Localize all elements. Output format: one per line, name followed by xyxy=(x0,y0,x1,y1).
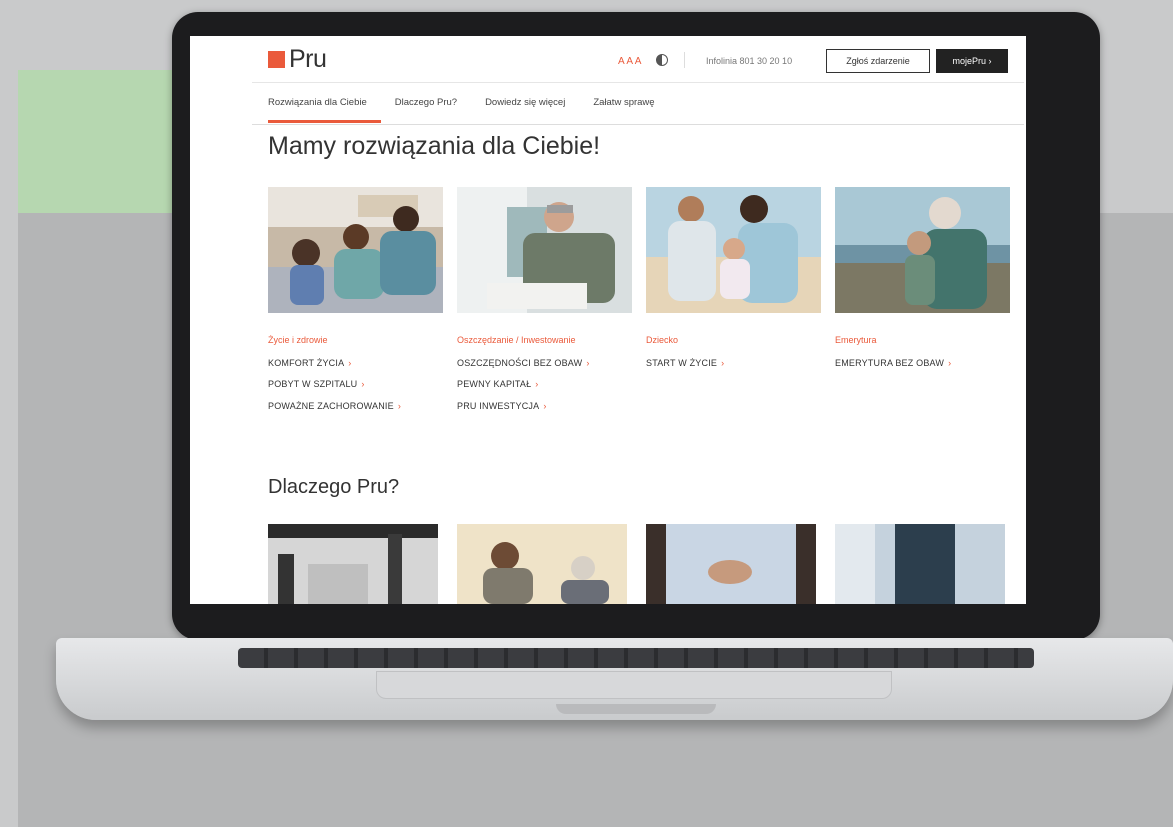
chevron-right-icon: › xyxy=(948,358,952,368)
link-oszczednosci-bez-obaw[interactable]: OSZCZĘDNOŚCI BEZ OBAW › xyxy=(457,358,590,368)
family-photo[interactable] xyxy=(268,187,443,313)
contrast-icon[interactable] xyxy=(656,54,668,66)
chevron-right-icon: › xyxy=(586,358,590,368)
logo-square-icon[interactable] xyxy=(268,51,285,68)
site-header: Pru A A A Infolinia 801 30 20 10 Zgłoś z… xyxy=(190,36,1026,82)
header-divider xyxy=(684,52,685,68)
parents-child-beach-photo[interactable] xyxy=(646,187,821,313)
nav-active-indicator xyxy=(268,120,381,123)
category-title-retirement[interactable]: Emerytura xyxy=(835,335,877,345)
nav-item-take-care[interactable]: Załatw sprawę xyxy=(593,97,654,108)
laptop-touchpad xyxy=(376,671,892,699)
chevron-right-icon: › xyxy=(543,401,547,411)
font-size-control[interactable]: A A A xyxy=(618,56,641,67)
chevron-right-icon: › xyxy=(361,379,365,389)
section-title-why-pru: Dlaczego Pru? xyxy=(268,476,400,498)
category-title-child[interactable]: Dziecko xyxy=(646,335,678,345)
nav-item-why-pru[interactable]: Dlaczego Pru? xyxy=(395,97,457,108)
laptop-notch xyxy=(556,704,716,714)
senior-couple-seaside-photo[interactable] xyxy=(835,187,1010,313)
page-title: Mamy rozwiązania dla Ciebie! xyxy=(268,132,601,160)
laptop-keyboard xyxy=(238,648,1034,668)
category-title-life-health[interactable]: Życie i zdrowie xyxy=(268,335,328,345)
header-rule xyxy=(252,82,1024,83)
office-building-photo[interactable] xyxy=(268,524,438,604)
main-nav: Rozwiązania dla Ciebie Dlaczego Pru? Dow… xyxy=(268,97,655,108)
link-powazne-zachorowanie[interactable]: POWAŻNE ZACHOROWANIE › xyxy=(268,401,401,411)
report-incident-button[interactable]: Zgłoś zdarzenie xyxy=(826,49,930,73)
senior-reading-photo[interactable] xyxy=(457,187,632,313)
link-pobyt-w-szpitalu[interactable]: POBYT W SZPITALU › xyxy=(268,379,365,389)
business-hands-photo[interactable] xyxy=(646,524,816,604)
laptop-screen: Pru A A A Infolinia 801 30 20 10 Zgłoś z… xyxy=(190,36,1026,604)
chevron-right-icon: › xyxy=(721,358,725,368)
infoline-text[interactable]: Infolinia 801 30 20 10 xyxy=(706,56,792,66)
office-window-photo[interactable] xyxy=(835,524,1005,604)
senior-couple-photo[interactable] xyxy=(457,524,627,604)
nav-item-learn-more[interactable]: Dowiedz się więcej xyxy=(485,97,565,108)
link-pru-inwestycja[interactable]: PRU INWESTYCJA › xyxy=(457,401,547,411)
account-button[interactable]: mojePru › xyxy=(936,49,1008,73)
category-title-savings[interactable]: Oszczędzanie / Inwestowanie xyxy=(457,335,576,345)
link-komfort-zycia[interactable]: KOMFORT ŻYCIA › xyxy=(268,358,351,368)
chevron-right-icon: › xyxy=(535,379,539,389)
link-pewny-kapital[interactable]: PEWNY KAPITAŁ › xyxy=(457,379,539,389)
link-emerytura-bez-obaw[interactable]: EMERYTURA BEZ OBAW › xyxy=(835,358,951,368)
chevron-right-icon: › xyxy=(348,358,352,368)
logo-text[interactable]: Pru xyxy=(289,45,327,74)
link-start-w-zycie[interactable]: START W ŻYCIE › xyxy=(646,358,724,368)
chevron-right-icon: › xyxy=(397,401,402,411)
nav-item-solutions[interactable]: Rozwiązania dla Ciebie xyxy=(268,97,367,108)
nav-rule xyxy=(252,124,1024,125)
